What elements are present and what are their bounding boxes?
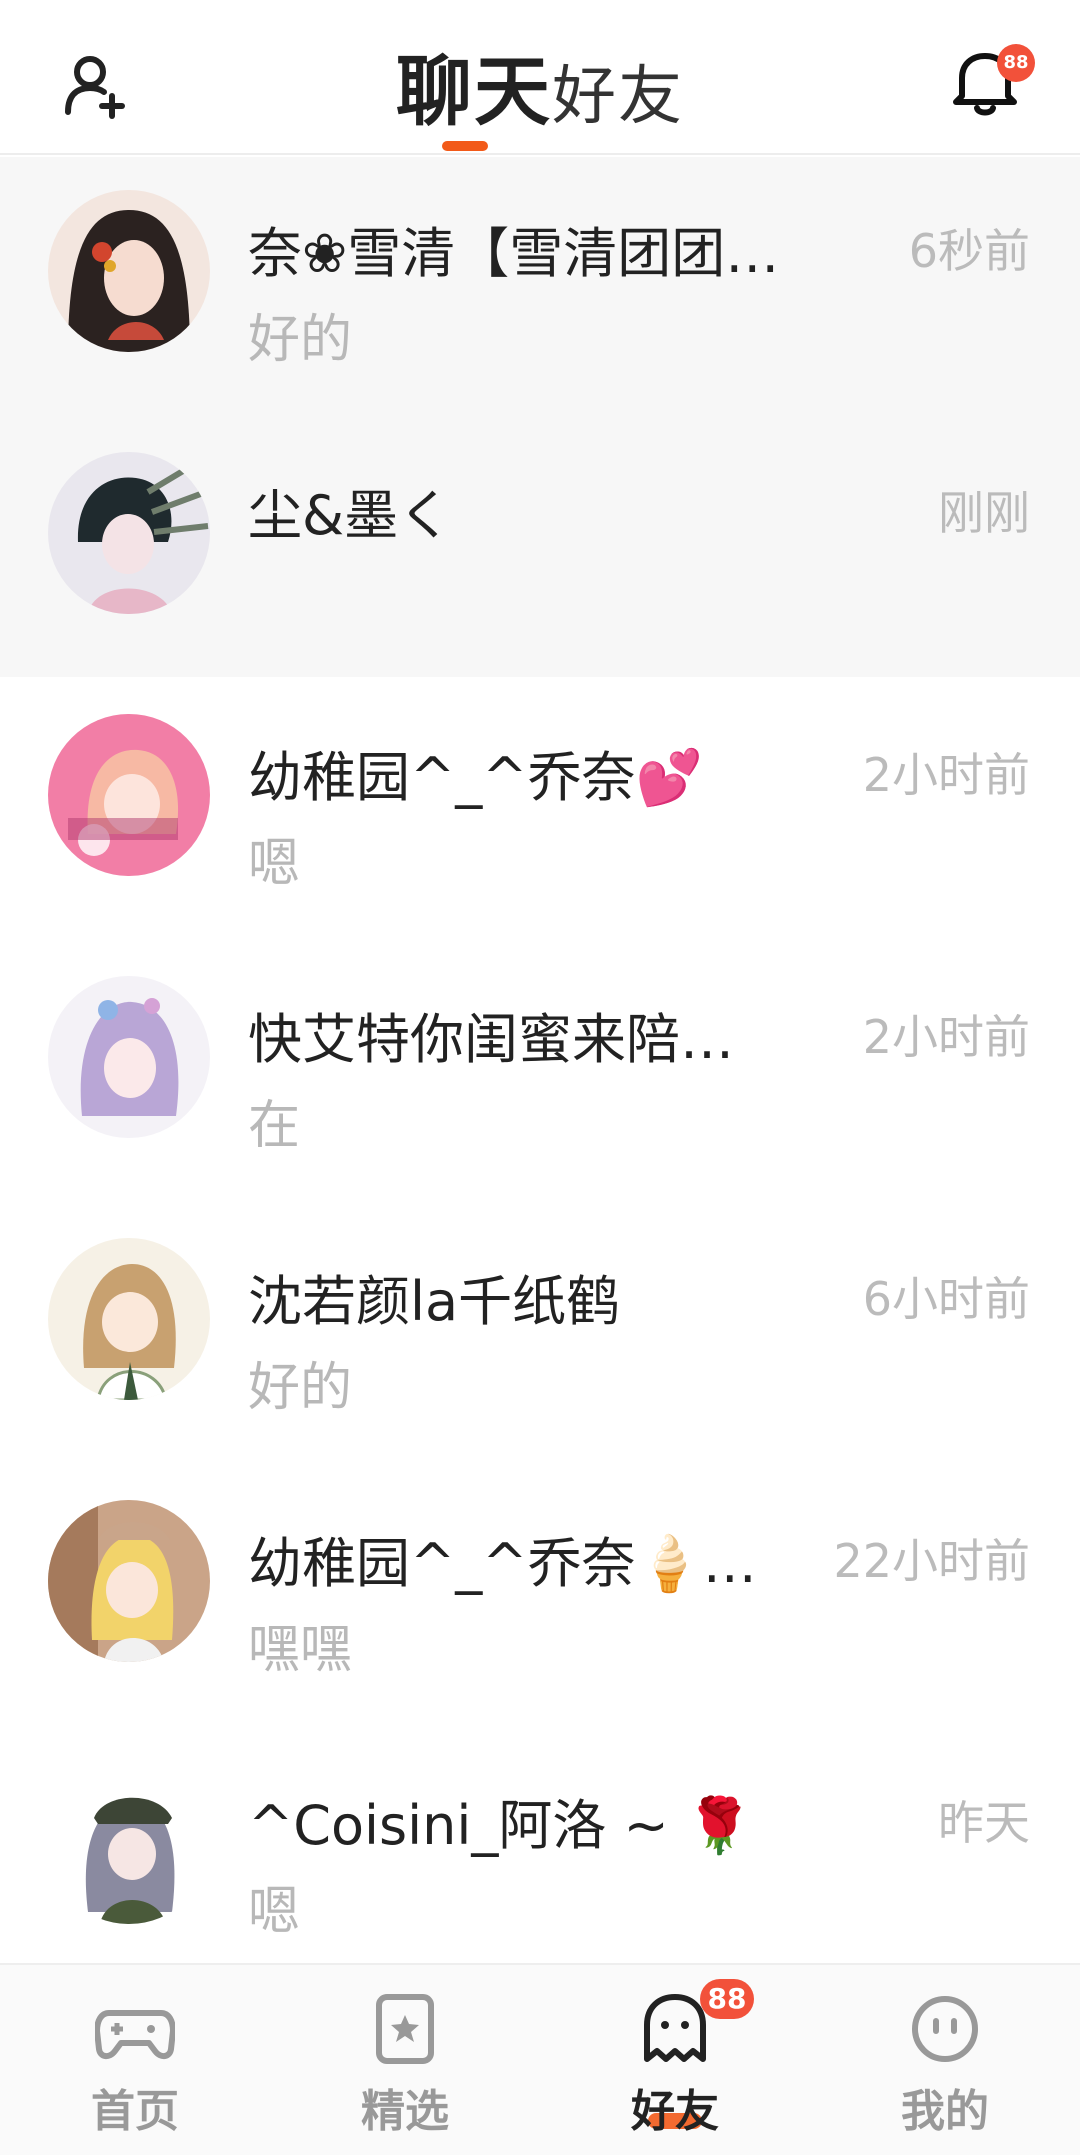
chat-name: 尘&墨く <box>248 484 453 547</box>
chat-name: ^Coisini_阿洛 ~ 🌹 <box>248 1794 754 1857</box>
header-tabs: 聊天好友 <box>0 30 1080 140</box>
smiley-icon <box>912 1996 978 2062</box>
avatar <box>48 1238 210 1400</box>
chat-name: 幼稚园^_^乔奈🍦… <box>248 1532 757 1595</box>
avatar <box>48 452 210 614</box>
gamepad-icon <box>95 2010 175 2059</box>
nav-featured-label: 精选 <box>361 2086 449 2137</box>
notification-badge: 88 <box>997 44 1035 82</box>
chat-time: 6秒前 <box>908 224 1030 278</box>
chat-item[interactable]: 奈❀雪清【雪清团团… 6秒前 好的 <box>0 157 1080 419</box>
chat-item[interactable]: ^Coisini_阿洛 ~ 🌹 昨天 嗯 <box>0 1729 1080 1991</box>
chat-item[interactable]: 尘&墨く 刚刚 <box>0 419 1080 681</box>
chat-last-message: 好的 <box>248 310 353 370</box>
chat-last-message: 好的 <box>248 1358 353 1418</box>
tab-chat[interactable]: 聊天 <box>396 30 552 140</box>
nav-home[interactable]: 首页 <box>0 1965 270 2155</box>
top-bar: 聊天好友 88 <box>0 0 1080 155</box>
chat-item[interactable]: 幼稚园^_^乔奈🍦… 22小时前 嘿嘿 <box>0 1467 1080 1729</box>
avatar <box>48 714 210 876</box>
avatar <box>48 976 210 1138</box>
bottom-navigation: 首页 精选 88 好友 我的 <box>0 1963 1080 2155</box>
nav-mine-label: 我的 <box>901 2086 989 2137</box>
avatar <box>48 1500 210 1662</box>
chat-last-message: 嗯 <box>248 1882 301 1942</box>
chat-name: 快艾特你闺蜜来陪… <box>248 1008 734 1071</box>
nav-home-label: 首页 <box>91 2086 179 2137</box>
chat-name: 奈❀雪清【雪清团团… <box>248 222 780 285</box>
chat-time: 22小时前 <box>833 1534 1030 1588</box>
nav-featured[interactable]: 精选 <box>270 1965 540 2155</box>
chat-last-message: 嗯 <box>248 834 301 894</box>
star-card-icon <box>376 1994 434 2064</box>
chat-item[interactable]: 快艾特你闺蜜来陪… 2小时前 在 <box>0 943 1080 1205</box>
chat-time: 昨天 <box>938 1796 1030 1850</box>
avatar <box>48 1762 210 1924</box>
chat-item[interactable]: 沈若颜la千纸鹤 6小时前 好的 <box>0 1205 1080 1467</box>
chat-item[interactable]: 幼稚园^_^乔奈💕 2小时前 嗯 <box>0 681 1080 943</box>
chat-name: 沈若颜la千纸鹤 <box>248 1270 621 1333</box>
nav-friends[interactable]: 88 好友 <box>540 1965 810 2155</box>
chat-time: 2小时前 <box>862 748 1030 802</box>
avatar <box>48 190 210 352</box>
chat-last-message: 嘿嘿 <box>248 1620 353 1680</box>
friends-badge: 88 <box>700 1979 754 2019</box>
chat-time: 6小时前 <box>862 1272 1030 1326</box>
chat-name: 幼稚园^_^乔奈💕 <box>248 746 703 809</box>
chat-time: 刚刚 <box>938 486 1030 540</box>
chat-last-message: 在 <box>248 1096 301 1156</box>
chat-time: 2小时前 <box>862 1010 1030 1064</box>
active-tab-indicator <box>442 141 488 151</box>
nav-friends-label: 好友 <box>631 2086 719 2137</box>
tab-friends[interactable]: 好友 <box>552 45 684 137</box>
nav-mine[interactable]: 我的 <box>810 1965 1080 2155</box>
